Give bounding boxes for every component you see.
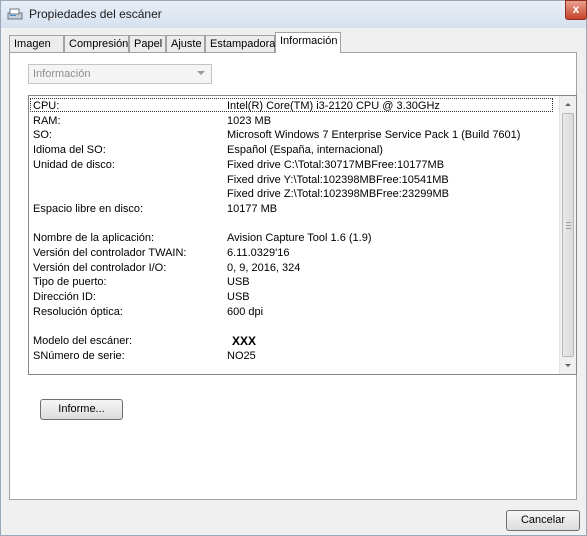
info-value: 1023 MB	[227, 114, 272, 127]
info-list[interactable]: CPU: Intel(R) Core(TM) i3-2120 CPU @ 3.30…	[28, 95, 577, 375]
scroll-thumb[interactable]	[562, 113, 574, 357]
scroll-down-button[interactable]	[560, 357, 576, 374]
dropdown-selected: Información	[33, 68, 91, 80]
info-key: Unidad de disco:	[33, 158, 115, 171]
scanner-icon	[7, 8, 23, 20]
info-value: Fixed drive C:\Total:30717MBFree:10177MB	[227, 158, 445, 171]
info-key: Idioma del SO:	[33, 144, 106, 157]
info-value: NO25	[227, 349, 256, 362]
info-value: 0, 9, 2016, 324	[227, 261, 301, 274]
info-value: Avision Capture Tool 1.6 (1.9)	[227, 232, 372, 245]
title-bar[interactable]: Propiedades del escáner x	[1, 0, 587, 28]
info-key: RAM:	[33, 114, 61, 127]
info-value: USB	[227, 291, 250, 304]
vertical-scrollbar[interactable]	[559, 96, 576, 374]
info-value: Español (España, internacional)	[227, 144, 383, 157]
tab-estampadora[interactable]: Estampadora	[205, 35, 275, 52]
info-dropdown[interactable]: Información	[28, 64, 212, 84]
info-key: SNúmero de serie:	[33, 349, 125, 362]
info-key: SO:	[33, 129, 52, 142]
chevron-down-icon	[197, 71, 205, 75]
scroll-up-button[interactable]	[560, 96, 576, 113]
info-value: Fixed drive Y:\Total:102398MBFree:10541M…	[227, 173, 449, 186]
info-key: Tipo de puerto:	[33, 276, 107, 289]
info-value: Microsoft Windows 7 Enterprise Service P…	[227, 129, 521, 142]
info-value: 6.11.0329'16	[227, 247, 290, 259]
info-value: USB	[227, 276, 250, 289]
info-key: Espacio libre en disco:	[33, 202, 144, 215]
info-value: Intel(R) Core(TM) i3-2120 CPU @ 3.30GHz	[227, 100, 440, 112]
scanner-properties-window: Propiedades del escáner x Imagen Compres…	[0, 0, 587, 536]
info-value: Fixed drive Z:\Total:102398MBFree:23299M…	[227, 188, 449, 201]
tab-ajuste[interactable]: Ajuste	[166, 35, 205, 52]
info-value: 600 dpi	[227, 305, 264, 318]
info-key: Modelo del escáner:	[33, 335, 133, 348]
window-title: Propiedades del escáner	[29, 7, 162, 21]
close-button[interactable]: x	[565, 0, 587, 20]
info-value: XXX	[232, 334, 257, 349]
tab-papel[interactable]: Papel	[129, 35, 166, 52]
tab-compresion[interactable]: Compresión	[64, 35, 129, 52]
cancel-button[interactable]: Cancelar	[506, 510, 580, 531]
info-key: CPU:	[33, 100, 60, 112]
info-key: Versión del controlador TWAIN:	[33, 247, 187, 259]
info-value: 10177 MB	[227, 202, 278, 215]
info-key: Dirección ID:	[33, 291, 96, 304]
tab-imagen[interactable]: Imagen	[9, 35, 64, 52]
info-key: Resolución óptica:	[33, 305, 123, 318]
info-key: Nombre de la aplicación:	[33, 232, 155, 245]
tab-panel: Información CPU: Intel(R) Core(TM) i3-212…	[9, 52, 577, 500]
tab-informacion[interactable]: Información	[275, 32, 341, 53]
info-key: Versión del controlador I/O:	[33, 261, 167, 274]
report-button[interactable]: Informe...	[40, 399, 123, 420]
